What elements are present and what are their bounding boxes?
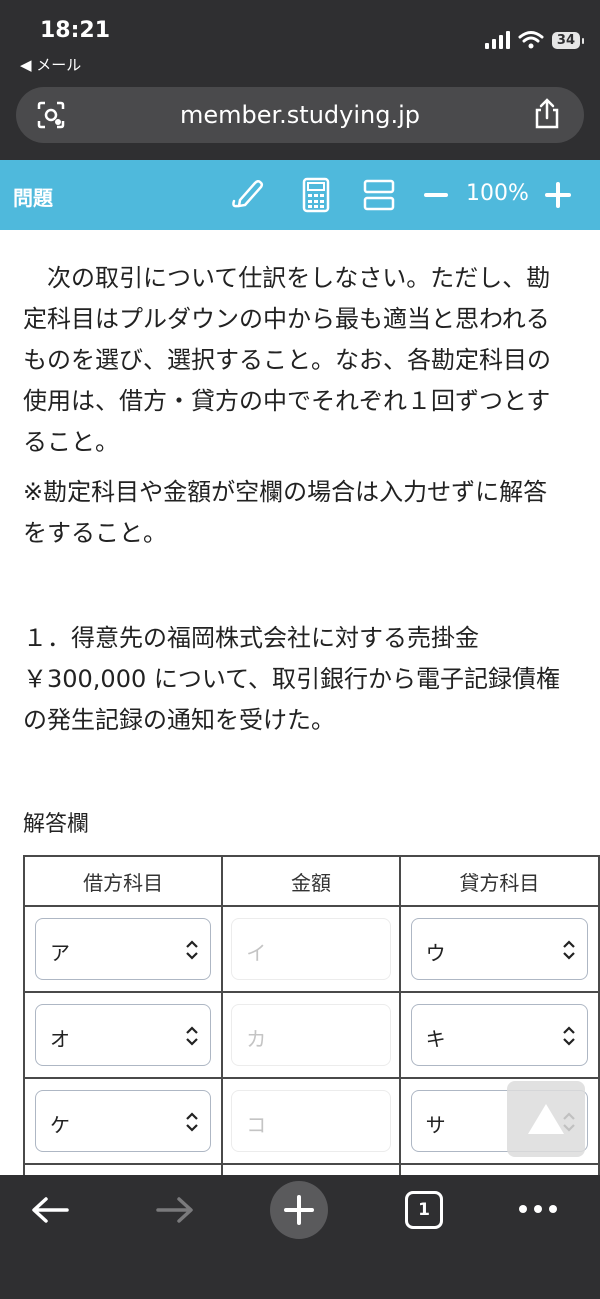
more-icon[interactable] [519,1205,557,1213]
debit-cell [22,1163,224,1175]
calculator-icon[interactable] [298,177,334,213]
debit-cell: ア [22,905,224,993]
select-value: キ [425,1027,446,1051]
new-tab-icon [284,1195,314,1225]
amount-input[interactable]: コ [231,1090,391,1152]
debit-account-select[interactable]: ケ [35,1090,212,1152]
debit-account-select[interactable]: ア [35,918,212,980]
browser-top-chrome: 18:21 ◀ メール 34 member.studying.jp [0,0,600,160]
zoom-out-icon[interactable] [424,193,448,197]
credit-account-select[interactable]: ウ [410,918,588,980]
table-row [22,1163,600,1175]
zoom-in-icon[interactable] [545,182,571,208]
question-note: ※勘定科目や金額が空欄の場合は入力せずに解答をすること。 [23,478,548,547]
question-instruction: 次の取引について仕訳をしなさい。ただし、勘定科目はプルダウンの中から最も適当と思… [23,264,551,456]
amount-input[interactable]: カ [231,1004,391,1066]
question-toolbar: 問題 100% [0,160,600,230]
table-row: オ カ キ [22,991,600,1079]
select-value: オ [50,1027,70,1051]
select-arrows-icon [186,940,199,960]
wifi-icon [518,31,544,49]
zoom-level: 100% [466,181,529,206]
status-time: 18:21 [40,18,111,43]
pen-icon[interactable] [231,177,267,213]
amount-input[interactable]: イ [231,918,391,980]
back-arrow-icon[interactable] [30,1195,70,1225]
new-tab-button[interactable] [270,1181,328,1239]
transaction-text: １．得意先の福岡株式会社に対する売掛金￥300,000 について、取引銀行から電… [23,624,560,734]
toolbar-title: 問題 [13,186,53,210]
credit-account-select[interactable]: キ [410,1004,588,1066]
battery-indicator: 34 [551,31,585,49]
select-arrows-icon [563,940,575,960]
amount-placeholder: カ [246,1027,267,1051]
answer-section-label: 解答欄 [23,812,90,837]
debit-account-select[interactable]: オ [35,1004,212,1066]
header-debit-account: 借方科目 [22,855,224,907]
tabs-icon[interactable]: 1 [405,1191,443,1229]
address-bar[interactable]: member.studying.jp [16,87,584,143]
table-header-row: 借方科目 金額 貸方科目 [22,855,600,907]
browser-bottom-chrome: 1 [0,1175,600,1299]
url-text[interactable]: member.studying.jp [16,101,584,129]
signal-icon [484,31,510,49]
header-amount: 金額 [221,855,401,907]
debit-cell: オ [22,991,224,1079]
share-icon[interactable] [532,98,562,130]
select-value: サ [425,1113,446,1137]
amount-cell: カ [221,991,401,1079]
back-to-app-link[interactable]: ◀ メール [20,54,81,75]
scroll-to-top-button[interactable] [507,1081,585,1157]
amount-cell: コ [221,1077,401,1165]
forward-arrow-icon[interactable] [155,1195,195,1225]
amount-placeholder: イ [246,941,267,965]
select-arrows-icon [563,1026,575,1046]
amount-cell: イ [221,905,401,993]
select-arrows-icon [186,1026,199,1046]
credit-cell: キ [398,991,600,1079]
status-indicators: 34 [484,30,585,50]
amount-cell [221,1163,401,1175]
scroll-to-top-icon [528,1104,564,1134]
select-value: ケ [50,1113,70,1137]
select-value: ア [50,941,70,965]
credit-cell: ウ [398,905,600,993]
select-value: ウ [425,941,446,965]
select-arrows-icon [186,1112,199,1132]
amount-placeholder: コ [246,1113,267,1137]
split-view-icon[interactable] [361,177,397,213]
debit-cell: ケ [22,1077,224,1165]
table-row: ア イ ウ [22,905,600,993]
question-content: 次の取引について仕訳をしなさい。ただし、勘定科目はプルダウンの中から最も適当と思… [0,230,600,1175]
credit-cell [398,1163,600,1175]
header-credit-account: 貸方科目 [398,855,600,907]
